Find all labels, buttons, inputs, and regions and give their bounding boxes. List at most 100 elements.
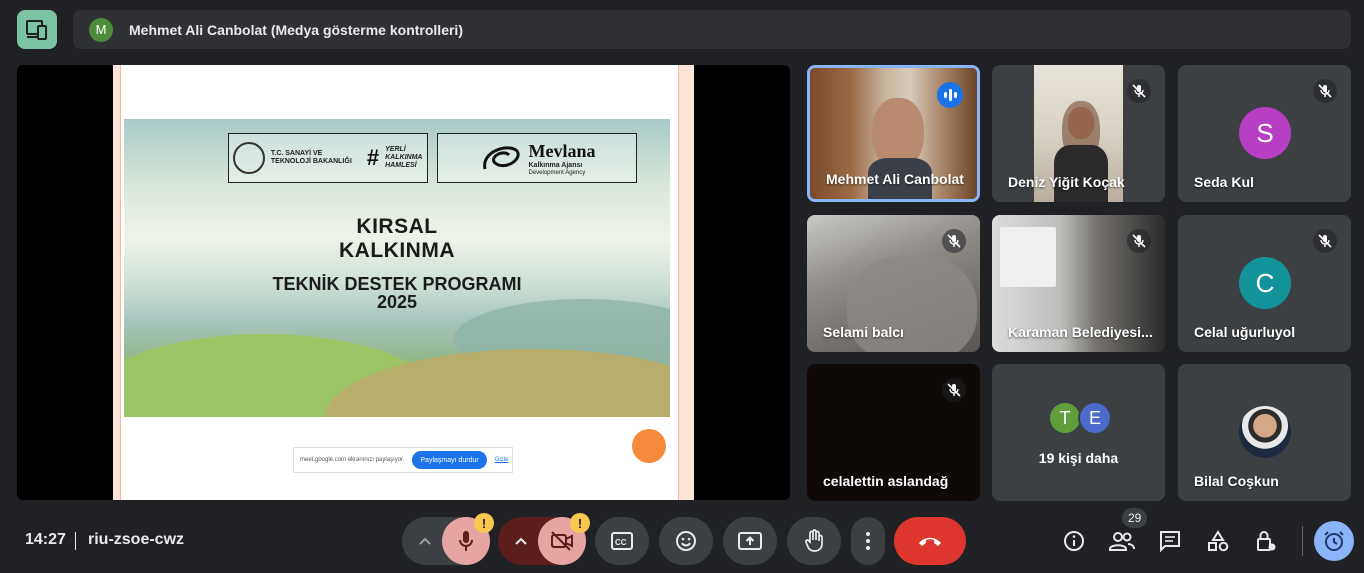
participant-tile[interactable]: Selami balcı [807,215,980,352]
mic-off-icon [1127,79,1151,103]
participant-name: Deniz Yiğit Koçak [1008,174,1125,190]
media-controls-title: Mehmet Ali Canbolat (Medya gösterme kont… [129,21,463,38]
participant-tile[interactable]: Deniz Yiğit Koçak [992,65,1165,202]
slide-title-line1: KIRSAL [356,215,438,238]
participant-avatar: C [1239,257,1291,309]
chevron-up-icon [419,537,431,545]
participant-avatar: S [1239,107,1291,159]
reactions-button[interactable] [659,517,713,565]
participant-name: Bilal Coşkun [1194,473,1279,489]
participant-name: Selami balcı [823,324,904,340]
participant-tile[interactable]: Bilal Coşkun [1178,364,1351,501]
orange-circle-marker [632,429,666,463]
agency-logo-title: Mevlana [528,140,596,161]
ministry-logo-text: T.C. SANAYİ VE TEKNOLOJİ BAKANLIĞI [270,150,352,165]
participant-tile[interactable]: Karaman Belediyesi... [992,215,1165,352]
more-participants-avatars: T E [1048,401,1112,435]
devices-icon [26,19,47,40]
chevron-up-icon [515,537,527,545]
present-now-button[interactable] [723,517,777,565]
meet-window: M Mehmet Ali Canbolat (Medya gösterme ko… [0,0,1364,573]
presenter-avatar: M [89,17,113,42]
participant-name: celalettin aslandağ [823,473,949,489]
speaking-indicator-icon [937,82,963,108]
mic-off-icon [459,531,473,551]
participant-tile[interactable]: Mehmet Ali Canbolat [807,65,980,202]
chat-button[interactable] [1156,527,1184,555]
audio-options-button[interactable] [417,533,433,549]
activities-button[interactable] [1204,527,1232,555]
agency-logo-sub2: Development Agency [528,169,586,176]
hide-notice-link[interactable]: Gizle [495,457,509,463]
alarm-clock-icon [1324,531,1344,551]
hand-icon [805,529,823,552]
participant-name: Celal uğurluyol [1194,324,1296,340]
agency-swirl-icon [482,146,520,170]
mic-off-icon [942,229,966,253]
info-icon [1064,531,1084,551]
mic-off-icon [942,378,966,402]
divider [1302,526,1303,556]
timer-button[interactable] [1314,521,1354,561]
mic-off-icon [1127,229,1151,253]
hashtag-icon: # [366,145,380,170]
emoji-icon [676,531,696,551]
ministry-logo: T.C. SANAYİ VE TEKNOLOJİ BAKANLIĞI # YER… [228,133,428,183]
more-participants-tile[interactable]: T E 19 kişi daha [992,364,1165,501]
share-notice-text: meet.google.com ekranınızı paylaşıyor. [300,457,405,463]
page-edge-left [113,65,121,500]
closed-captions-icon: CC [611,532,633,550]
agency-logo-sub: Kalkınma Ajansı [528,161,583,169]
shapes-icon [1208,530,1229,552]
slide-subtitle-line1: TEKNİK DESTEK PROGRAMI [272,274,522,294]
participant-tile[interactable]: C Celal uğurluyol [1178,215,1351,352]
call-end-icon [919,537,941,546]
slide-subtitle-line2: 2025 [376,292,418,312]
slide-title-line2: KALKINMA [339,239,455,262]
screen-share-notice: meet.google.com ekranınızı paylaşıyor. P… [293,447,513,473]
participant-name: Mehmet Ali Canbolat [826,171,964,187]
shared-screen-stage[interactable]: T.C. SANAYİ VE TEKNOLOJİ BAKANLIĞI # YER… [17,65,790,500]
media-controls-bar[interactable]: M Mehmet Ali Canbolat (Medya gösterme ko… [73,10,1351,49]
meeting-details-button[interactable] [1060,527,1088,555]
people-icon [1109,532,1135,551]
ministry-seal-icon [232,142,265,174]
participant-count-badge: 29 [1122,508,1148,528]
chat-icon [1160,531,1180,552]
present-screen-icon [738,532,762,550]
participant-profile-photo [1239,406,1291,458]
participant-tile[interactable]: S Seda Kul [1178,65,1351,202]
participant-avatar: E [1078,401,1112,435]
stop-sharing-button[interactable]: Paylaşmayı durdur [412,451,487,469]
raise-hand-button[interactable] [787,517,841,565]
participant-tile[interactable]: celalettin aslandağ [807,364,980,501]
mic-warning-badge: ! [474,513,494,533]
participant-name: Seda Kul [1194,174,1254,190]
host-controls-button[interactable] [1252,527,1280,555]
slide-artwork: T.C. SANAYİ VE TEKNOLOJİ BAKANLIĞI # YER… [124,119,670,417]
presentation-toggle-button[interactable] [17,10,57,49]
slide-page: T.C. SANAYİ VE TEKNOLOJİ BAKANLIĞI # YER… [113,65,694,500]
slide-title: KIRSAL KALKINMA [124,215,670,263]
page-edge-right [678,65,694,500]
mic-off-icon [1313,229,1337,253]
slide-subtitle: TEKNİK DESTEK PROGRAMI 2025 [124,275,670,311]
meeting-code: riu-zsoe-cwz [88,531,185,548]
mic-off-icon [1313,79,1337,103]
camera-off-icon [551,531,573,551]
meeting-clock: 14:27 [25,531,66,548]
hashtag-logo-text: YERLİ KALKINMA HAMLESİ [385,146,423,169]
agency-logo: Mevlana Kalkınma Ajansı Development Agen… [437,133,637,183]
lock-person-icon [1257,531,1276,551]
more-options-button[interactable] [851,517,885,565]
more-vert-icon [866,532,870,550]
leave-call-button[interactable] [894,517,966,565]
people-button[interactable] [1108,527,1136,555]
video-options-button[interactable] [513,533,529,549]
divider [75,532,76,550]
participant-avatar: T [1048,401,1082,435]
camera-warning-badge: ! [570,513,590,533]
more-participants-label: 19 kişi daha [1038,450,1119,466]
svg-text:CC: CC [615,538,627,547]
captions-button[interactable]: CC [595,517,649,565]
